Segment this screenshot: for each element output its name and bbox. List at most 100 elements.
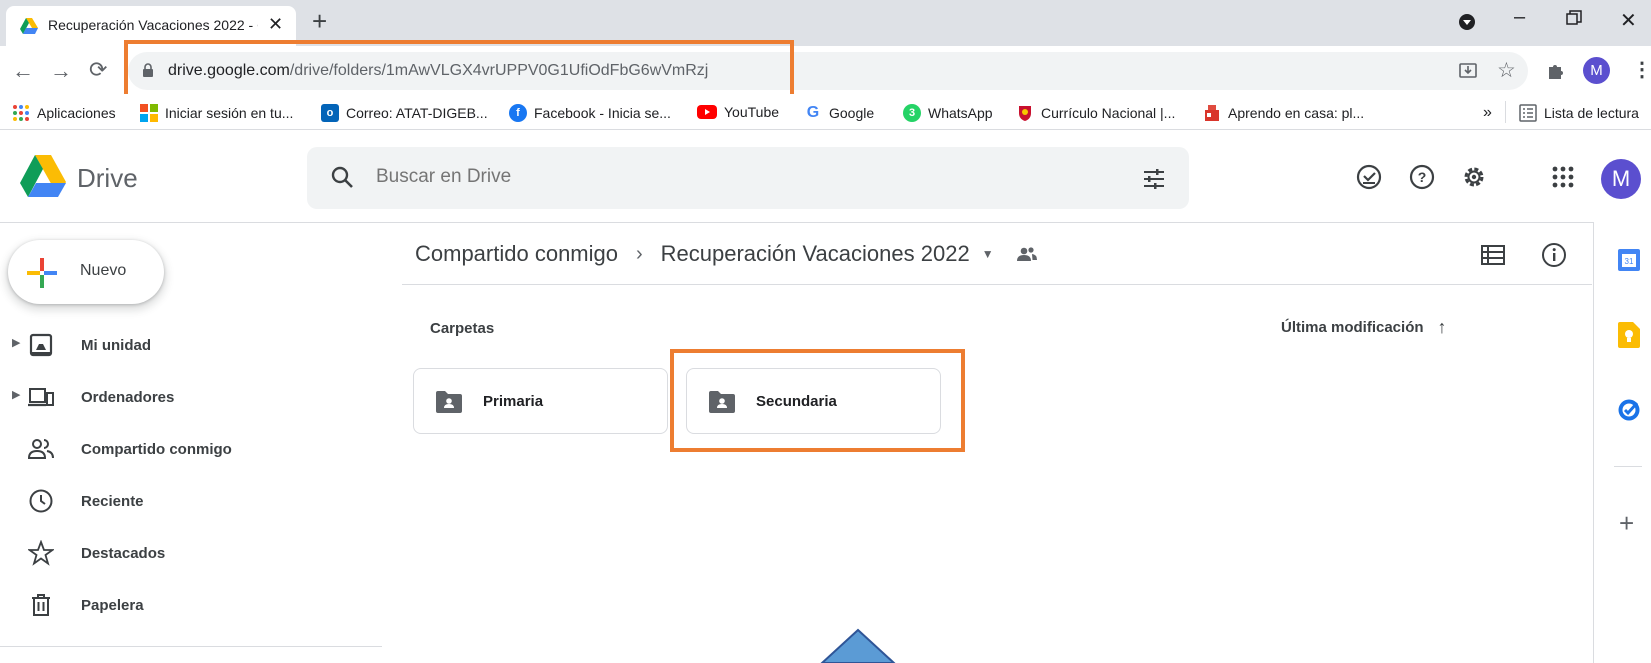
sidebar-item-label: Ordenadores bbox=[81, 389, 175, 406]
bookmark-apps[interactable]: Aplicaciones bbox=[12, 104, 116, 122]
google-apps-icon[interactable] bbox=[1549, 163, 1577, 191]
star-icon bbox=[28, 540, 54, 566]
my-drive-icon bbox=[29, 333, 53, 357]
list-view-icon[interactable] bbox=[1481, 245, 1505, 265]
bookmark-label: Correo: ATAT-DIGEB... bbox=[346, 105, 488, 121]
bookmark-label: Aplicaciones bbox=[37, 105, 116, 121]
bookmark-label: Google bbox=[829, 105, 875, 121]
extensions-icon[interactable] bbox=[1545, 61, 1565, 81]
sort-arrow-up-icon[interactable]: ↑ bbox=[1438, 317, 1447, 338]
sidebar-item-label: Mi unidad bbox=[81, 337, 151, 354]
google-icon: G bbox=[806, 104, 820, 121]
expand-caret-icon[interactable]: ▶ bbox=[12, 336, 20, 349]
folder-card-primaria[interactable]: Primaria bbox=[413, 368, 668, 434]
sidebar-item-trash[interactable]: Papelera bbox=[0, 583, 382, 627]
sidebar-item-label: Papelera bbox=[81, 597, 144, 614]
shared-folder-people-icon bbox=[1016, 247, 1037, 261]
side-panel bbox=[1593, 222, 1651, 663]
reading-list-label: Lista de lectura bbox=[1544, 105, 1639, 121]
back-icon[interactable]: ← bbox=[12, 58, 34, 84]
forward-icon[interactable]: → bbox=[50, 58, 72, 84]
breadcrumb-shared[interactable]: Compartido conmigo bbox=[415, 241, 618, 267]
help-icon[interactable]: ? bbox=[1408, 163, 1436, 191]
browser-menu-icon[interactable]: ⋮ bbox=[1632, 57, 1651, 82]
bookmark-star-icon[interactable]: ☆ bbox=[1497, 58, 1516, 83]
folders-section-label: Carpetas bbox=[430, 320, 495, 337]
tab-title: Recuperación Vacaciones 2022 - Google Dr… bbox=[48, 17, 258, 33]
close-window-icon[interactable]: ✕ bbox=[1620, 8, 1637, 33]
settings-gear-icon[interactable] bbox=[1460, 163, 1488, 191]
svg-text:?: ? bbox=[1418, 169, 1427, 185]
url-highlight-box bbox=[124, 40, 794, 98]
bookmark-label: WhatsApp bbox=[928, 105, 993, 121]
tab-close-icon[interactable]: ✕ bbox=[268, 14, 283, 35]
info-icon[interactable] bbox=[1541, 242, 1567, 268]
bookmark-whatsapp[interactable]: 3 WhatsApp bbox=[903, 104, 993, 122]
add-addon-icon[interactable]: + bbox=[1619, 510, 1634, 536]
sort-control[interactable]: Última modificación ↑ bbox=[1281, 317, 1447, 338]
bookmarks-divider bbox=[1505, 101, 1506, 123]
apps-grid-icon bbox=[13, 105, 29, 121]
whatsapp-icon: 3 bbox=[903, 104, 921, 122]
content-divider bbox=[402, 284, 1592, 285]
trash-icon bbox=[32, 594, 50, 616]
plus-multicolor-icon bbox=[27, 258, 57, 288]
new-button-label: Nuevo bbox=[80, 262, 127, 279]
sidebar-item-starred[interactable]: Destacados bbox=[0, 531, 382, 575]
keep-icon[interactable] bbox=[1618, 322, 1640, 348]
bookmark-aprendo[interactable]: Aprendo en casa: pl... bbox=[1203, 104, 1364, 122]
bookmark-curriculo[interactable]: Currículo Nacional |... bbox=[1016, 104, 1175, 122]
clock-icon bbox=[29, 489, 53, 513]
expand-caret-icon[interactable]: ▶ bbox=[12, 388, 20, 401]
folder-name: Primaria bbox=[483, 393, 544, 410]
reload-icon[interactable]: ⟳ bbox=[89, 57, 107, 83]
profile-menu-icon[interactable] bbox=[1458, 13, 1476, 36]
bookmark-label: Aprendo en casa: pl... bbox=[1228, 105, 1365, 121]
drive-logo-icon[interactable] bbox=[20, 155, 66, 197]
sidebar-item-recent[interactable]: Reciente bbox=[0, 479, 382, 523]
computers-icon bbox=[28, 388, 54, 407]
breadcrumb-current-folder[interactable]: Recuperación Vacaciones 2022 bbox=[661, 241, 970, 267]
sidebar-item-my-drive[interactable]: ▶ Mi unidad bbox=[0, 323, 382, 367]
sidebar-item-label: Destacados bbox=[81, 545, 166, 562]
sort-label: Última modificación bbox=[1281, 319, 1424, 336]
folder-dropdown-icon[interactable]: ▼ bbox=[982, 247, 994, 261]
search-options-icon[interactable] bbox=[1142, 167, 1166, 191]
bookmark-microsoft[interactable]: Iniciar sesión en tu... bbox=[140, 104, 293, 122]
search-icon[interactable] bbox=[330, 165, 354, 189]
bookmark-facebook[interactable]: f Facebook - Inicia se... bbox=[509, 104, 671, 122]
folder-highlight-box bbox=[670, 349, 965, 452]
shared-people-icon bbox=[28, 439, 54, 459]
sidebar-item-label: Compartido conmigo bbox=[81, 441, 232, 458]
sidebar-item-label: Reciente bbox=[81, 493, 144, 510]
youtube-icon bbox=[697, 105, 717, 119]
svg-text:31: 31 bbox=[1625, 257, 1634, 266]
profile-avatar[interactable]: M bbox=[1583, 57, 1610, 84]
up-arrow-annotation-icon bbox=[820, 628, 896, 663]
outlook-icon: o bbox=[321, 104, 339, 122]
breadcrumb-chevron-icon: › bbox=[635, 242, 643, 265]
offline-status-icon[interactable] bbox=[1355, 163, 1383, 191]
reading-list[interactable]: Lista de lectura bbox=[1519, 104, 1639, 122]
breadcrumb: Compartido conmigo › Recuperación Vacaci… bbox=[415, 241, 1038, 267]
bookmark-outlook[interactable]: o Correo: ATAT-DIGEB... bbox=[321, 104, 488, 122]
bookmark-google[interactable]: G Google bbox=[804, 104, 874, 122]
minimize-icon[interactable]: – bbox=[1514, 6, 1525, 29]
reading-list-icon bbox=[1519, 104, 1537, 122]
tasks-icon[interactable] bbox=[1617, 398, 1641, 422]
sidebar-divider bbox=[0, 646, 382, 647]
calendar-icon[interactable]: 31 bbox=[1617, 248, 1641, 272]
side-panel-divider bbox=[1614, 466, 1642, 467]
drive-app-name[interactable]: Drive bbox=[77, 163, 138, 194]
bookmark-youtube[interactable]: YouTube bbox=[697, 104, 779, 120]
bookmark-label: Currículo Nacional |... bbox=[1041, 105, 1176, 121]
bookmarks-more-icon[interactable]: » bbox=[1483, 104, 1492, 122]
sidebar-item-computers[interactable]: ▶ Ordenadores bbox=[0, 375, 382, 419]
account-avatar[interactable]: M bbox=[1601, 159, 1641, 199]
install-app-icon[interactable] bbox=[1458, 61, 1478, 81]
new-tab-button[interactable]: + bbox=[312, 8, 327, 34]
sidebar-item-shared[interactable]: Compartido conmigo bbox=[0, 427, 382, 471]
restore-icon[interactable] bbox=[1566, 10, 1582, 31]
search-input[interactable] bbox=[376, 166, 1076, 188]
facebook-icon: f bbox=[509, 104, 527, 122]
